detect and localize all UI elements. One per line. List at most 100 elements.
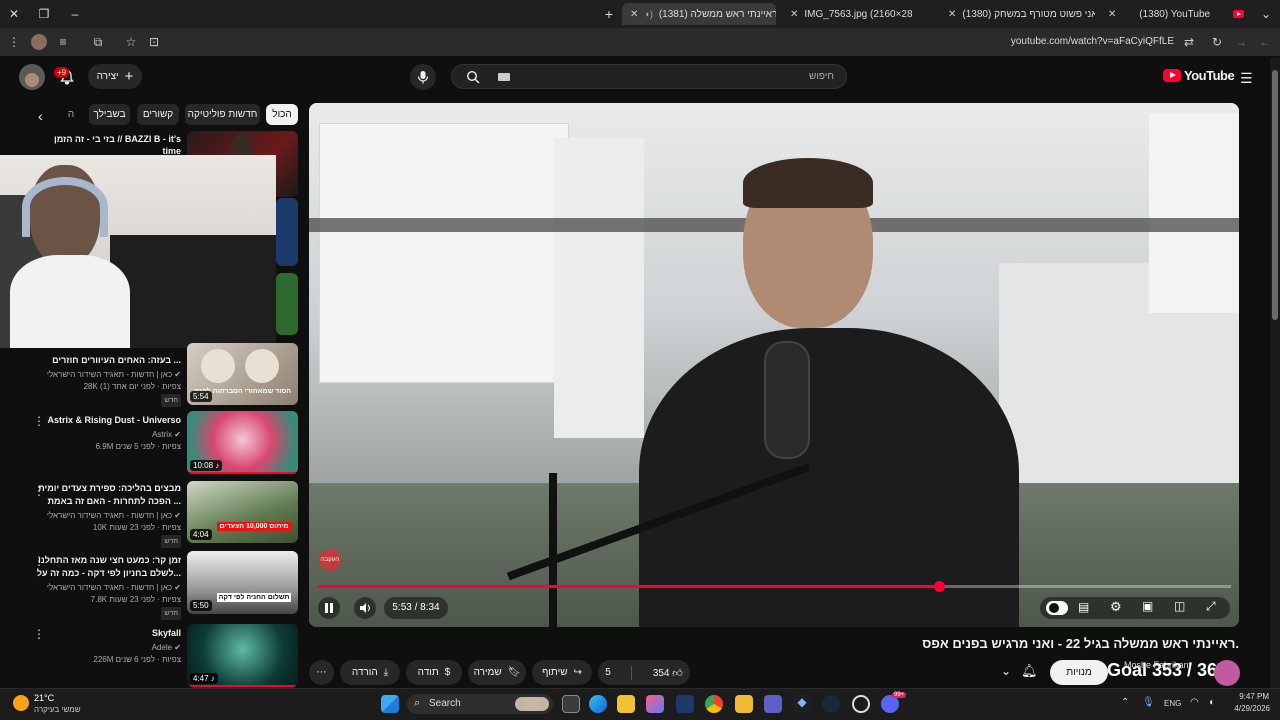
- windows-start-icon[interactable]: [381, 695, 399, 713]
- tab-search-icon[interactable]: ⌄: [1258, 6, 1274, 22]
- restore-window-icon[interactable]: ❐: [36, 6, 52, 22]
- volume-icon[interactable]: [354, 597, 376, 619]
- keyboard-icon[interactable]: [498, 73, 510, 81]
- weather-sun-icon[interactable]: [13, 695, 29, 711]
- weather-temp[interactable]: 21°C: [34, 693, 54, 703]
- profile-avatar[interactable]: [31, 34, 47, 50]
- cast-icon[interactable]: ◫: [1174, 599, 1185, 613]
- channel-name[interactable]: כאן | חדשות - תאגיד השידור הישראלי ✔: [31, 582, 181, 593]
- copilot-icon[interactable]: [646, 695, 664, 713]
- close-tab-icon[interactable]: ✕: [1108, 9, 1116, 20]
- store-icon[interactable]: [617, 695, 635, 713]
- menu-dots-icon[interactable]: ⋮: [6, 34, 22, 50]
- chip-politics-news[interactable]: חדשות פוליטיקה: [185, 104, 260, 125]
- app-icon[interactable]: ◆: [793, 695, 811, 713]
- like-button[interactable]: 354 👍︎: [653, 667, 683, 679]
- clock-date[interactable]: 4/29/2026: [1228, 704, 1270, 713]
- tab-video-2[interactable]: ✕ אני פשוט מטורף במשחק (1380): [940, 3, 1095, 25]
- favorite-star-icon[interactable]: ☆: [123, 34, 139, 50]
- close-tab-icon[interactable]: ✕: [948, 9, 956, 20]
- chevron-down-icon[interactable]: ⌄: [1001, 664, 1011, 678]
- dislike-count[interactable]: 5: [605, 667, 611, 678]
- fullscreen-icon[interactable]: ⤢: [1206, 599, 1216, 614]
- clock-time[interactable]: 9:47 PM: [1235, 692, 1269, 701]
- back-icon[interactable]: ←: [1257, 34, 1273, 50]
- minimize-window-icon[interactable]: –: [67, 6, 83, 22]
- notification-bell-icon[interactable]: 🔔︎: [1021, 663, 1038, 679]
- pause-button[interactable]: [318, 597, 340, 619]
- split-screen-icon[interactable]: ⊡: [146, 34, 162, 50]
- channel-avatar[interactable]: [1214, 660, 1240, 686]
- page-scrollbar[interactable]: [1270, 58, 1280, 688]
- collections-icon[interactable]: ≡: [55, 34, 71, 50]
- new-tab-icon[interactable]: +: [601, 6, 617, 22]
- video-title[interactable]: Astrix & Rising Dust - Universo: [31, 414, 181, 426]
- video-title[interactable]: בעזה: האחים העיוורים חוזרים ...: [31, 354, 181, 366]
- download-button[interactable]: הורדה ⤓: [340, 660, 400, 685]
- chrome-icon[interactable]: [705, 695, 723, 713]
- video-title[interactable]: זמן קר: כמעט חצי שנה מאז התחלנו: [31, 554, 181, 566]
- extensions-icon[interactable]: ⧉: [90, 34, 106, 50]
- close-tab-icon[interactable]: ✕: [630, 9, 638, 20]
- chips-scroll-left-icon[interactable]: ‹: [38, 108, 43, 124]
- wifi-icon[interactable]: ◠: [1190, 697, 1199, 708]
- tab-image[interactable]: ✕ IMG_7563.jpg (2160×2880): [782, 3, 912, 25]
- save-button[interactable]: שמירה 🔖︎: [468, 660, 526, 685]
- taskbar-search[interactable]: ⌕ Search: [407, 694, 553, 714]
- more-actions-button[interactable]: ⋯: [309, 660, 334, 685]
- miniplayer-icon[interactable]: ▣: [1142, 599, 1153, 613]
- channel-name[interactable]: Astrix ✔: [31, 429, 181, 440]
- tray-chevron-icon[interactable]: ⌃: [1121, 697, 1129, 708]
- video-player[interactable]: העקבה: [309, 103, 1239, 627]
- video-thumbnail-partial[interactable]: [276, 273, 298, 335]
- create-button[interactable]: יצירה +: [88, 64, 142, 89]
- chip-for-you[interactable]: בשבילך: [89, 104, 130, 125]
- chip-related[interactable]: קשורים: [137, 104, 179, 125]
- video-thumbnail[interactable]: 10:08 ♪: [187, 411, 298, 474]
- autoplay-toggle[interactable]: [1046, 601, 1068, 615]
- video-title-line2[interactable]: לשלם בחניון לפי דקה - כמה זה על...: [31, 567, 181, 579]
- language-indicator[interactable]: ENG: [1164, 699, 1181, 708]
- subscribed-button[interactable]: מנויות: [1050, 660, 1108, 685]
- m365-icon[interactable]: [676, 695, 694, 713]
- video-title[interactable]: בזי בי - זה הזמן // BAZZI B - it's: [31, 133, 181, 145]
- video-thumbnail[interactable]: 4:47 ♪: [187, 624, 298, 687]
- chip-all[interactable]: הכול: [266, 104, 298, 125]
- channel-watermark[interactable]: העקבה: [319, 549, 341, 571]
- site-settings-icon[interactable]: ⇄: [1181, 34, 1197, 50]
- youtube-logo[interactable]: YouTube: [1163, 68, 1235, 83]
- hamburger-menu-icon[interactable]: ☰: [1240, 70, 1253, 87]
- close-tab-icon[interactable]: ✕: [790, 9, 798, 20]
- mic-icon[interactable]: 🎙︎: [1142, 697, 1155, 708]
- video-thumbnail-partial[interactable]: [276, 198, 298, 266]
- channel-name[interactable]: Adele ✔: [31, 642, 181, 653]
- video-title[interactable]: Skyfall: [31, 627, 181, 639]
- voice-search-icon[interactable]: [410, 64, 436, 90]
- video-thumbnail[interactable]: תשלום החניה לפי דקה 5:50: [187, 551, 298, 614]
- progress-track[interactable]: [317, 581, 1231, 592]
- channel-name[interactable]: Moshe Fabrikant: [1124, 660, 1191, 670]
- volume-tray-icon[interactable]: ◖: [1208, 697, 1214, 708]
- video-title[interactable]: מבצים בהליכה: ספירת צעדים יומית: [31, 482, 181, 494]
- file-explorer-icon[interactable]: [735, 695, 753, 713]
- chip-partial[interactable]: ה: [62, 104, 80, 125]
- url-field[interactable]: youtube.com/watch?v=aFaCyiQFfLE: [1011, 36, 1174, 47]
- search-icon[interactable]: [460, 64, 486, 90]
- progress-scrubber[interactable]: [933, 581, 945, 592]
- settings-gear-icon[interactable]: ⚙: [1110, 599, 1122, 615]
- refresh-icon[interactable]: ↻: [1209, 34, 1225, 50]
- search-input[interactable]: חיפוש: [809, 71, 834, 82]
- weather-desc[interactable]: שמשי בעיקרה: [34, 705, 81, 714]
- task-view-icon[interactable]: [562, 695, 580, 713]
- channel-name[interactable]: כאן | חדשות - תאגיד השידור הישראלי ✔: [31, 510, 181, 521]
- user-avatar[interactable]: [19, 64, 45, 90]
- close-window-icon[interactable]: ✕: [6, 6, 22, 22]
- teams-icon[interactable]: [764, 695, 782, 713]
- obs-icon[interactable]: [852, 695, 870, 713]
- share-button[interactable]: שיתוף ↪: [532, 660, 592, 685]
- video-thumbnail[interactable]: מיתוס 10,000 הצעדים 4:04: [187, 481, 298, 543]
- edge-icon[interactable]: [589, 695, 607, 713]
- tab-active[interactable]: ✕ ◖) ראיינתי ראש ממשלה (1381): [622, 3, 776, 25]
- video-title-line2[interactable]: הפכה לתחרות - האם זה באמת ...: [31, 495, 181, 507]
- tab-youtube[interactable]: ✕ (1380) YouTube: [1100, 3, 1252, 25]
